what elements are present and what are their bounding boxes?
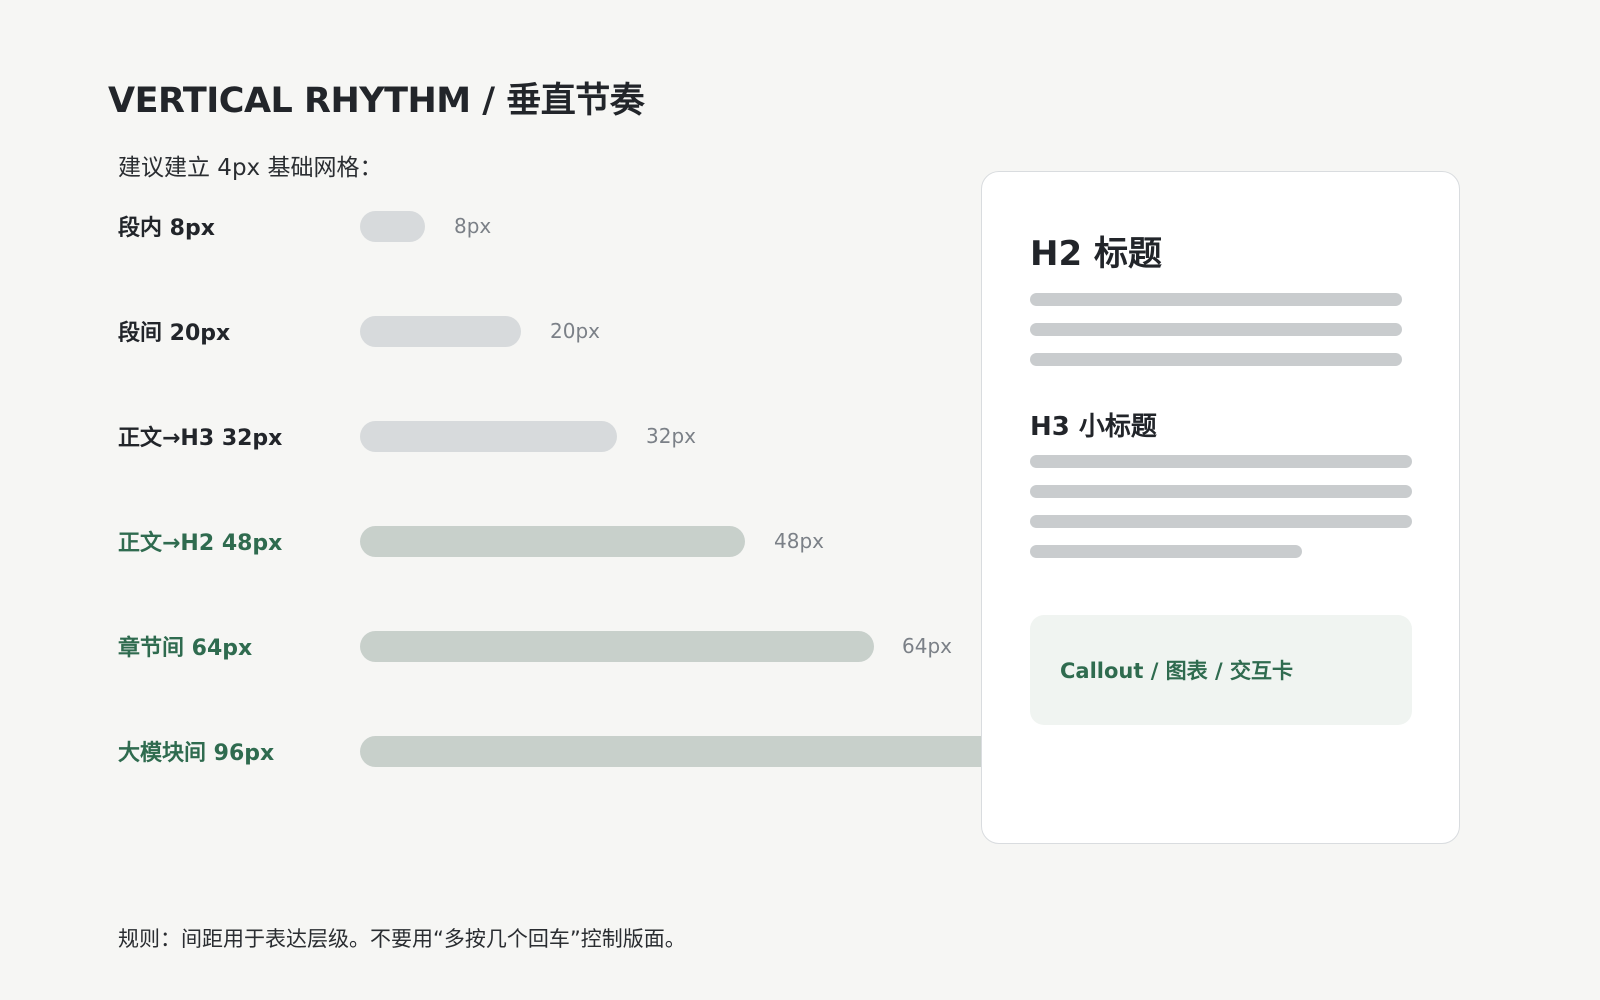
sample-h3-heading: H3 小标题	[1030, 412, 1157, 442]
spacing-value-between-sections: 64px	[902, 634, 952, 658]
placeholder-text-line	[1030, 485, 1412, 498]
grid-recommendation: 建议建立 4px 基础网格：	[118, 155, 383, 181]
spacing-label-between-modules: 大模块间 96px	[118, 741, 275, 766]
spacing-bar-body-to-h2	[360, 526, 745, 557]
spacing-bar-intra-paragraph	[360, 211, 425, 242]
placeholder-text-line	[1030, 455, 1412, 468]
placeholder-text-line	[1030, 353, 1402, 366]
page-title: VERTICAL RHYTHM / 垂直节奏	[108, 81, 645, 121]
placeholder-text-line	[1030, 515, 1412, 528]
spacing-rule-note: 规则：间距用于表达层级。不要用“多按几个回车”控制版面。	[118, 927, 686, 951]
callout-label: Callout / 图表 / 交互卡	[1060, 659, 1293, 683]
spacing-bar-between-sections	[360, 631, 874, 662]
sample-page-card: H2 标题 H3 小标题 Callout / 图表 / 交互卡	[981, 171, 1460, 844]
spacing-value-between-paragraphs: 20px	[550, 319, 600, 343]
spacing-label-intra-paragraph: 段内 8px	[118, 216, 215, 241]
spacing-value-body-to-h2: 48px	[774, 529, 824, 553]
spacing-label-body-to-h2: 正文→H2 48px	[118, 531, 283, 556]
placeholder-text-line	[1030, 293, 1402, 306]
spacing-bar-body-to-h3	[360, 421, 617, 452]
spacing-label-body-to-h3: 正文→H3 32px	[118, 426, 283, 451]
spacing-label-between-paragraphs: 段间 20px	[118, 321, 231, 346]
placeholder-text-line	[1030, 545, 1302, 558]
callout-block: Callout / 图表 / 交互卡	[1030, 615, 1412, 725]
spacing-value-intra-paragraph: 8px	[454, 214, 492, 238]
sample-h2-heading: H2 标题	[1030, 234, 1162, 274]
placeholder-text-line	[1030, 323, 1402, 336]
spacing-value-body-to-h3: 32px	[646, 424, 696, 448]
spacing-bar-between-paragraphs	[360, 316, 521, 347]
spacing-label-between-sections: 章节间 64px	[118, 636, 253, 661]
